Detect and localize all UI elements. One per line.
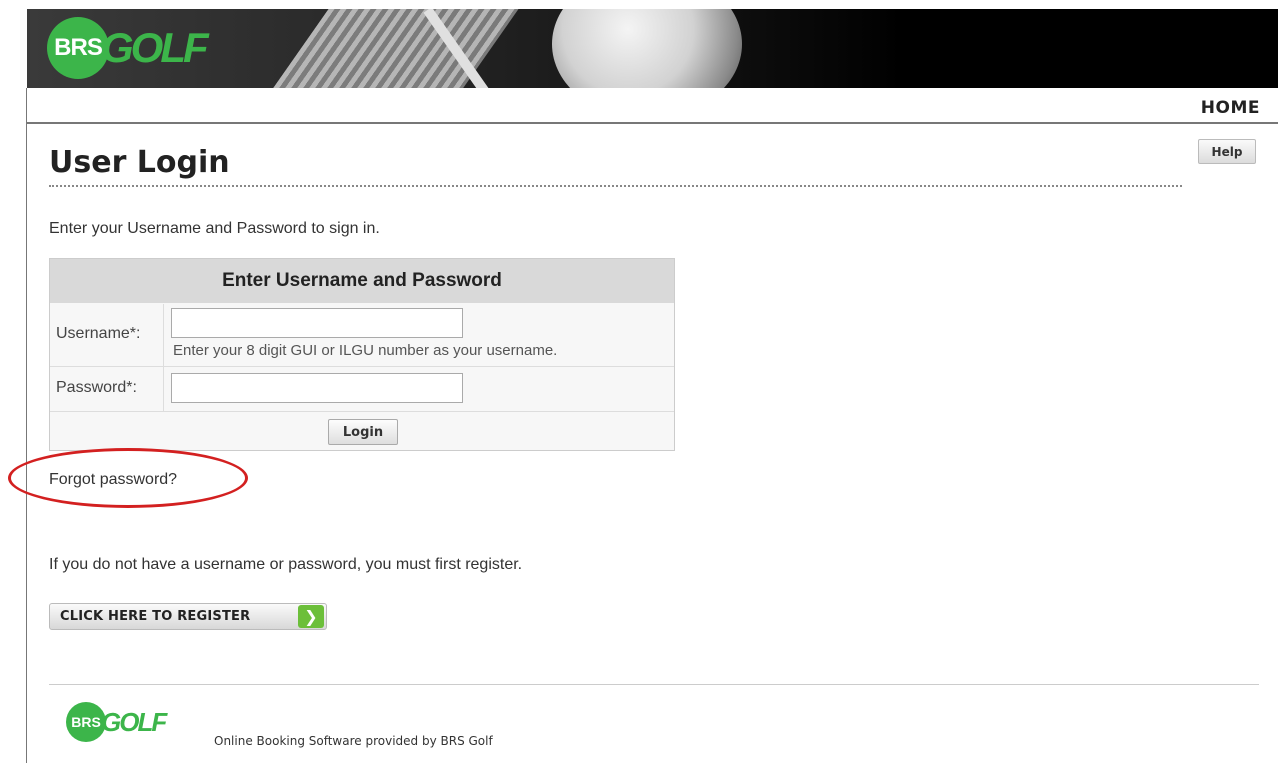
password-row: Password*: (50, 367, 674, 412)
header-banner: BRS GOLF (27, 9, 1278, 88)
username-hint: Enter your 8 digit GUI or ILGU number as… (173, 342, 558, 359)
golf-ball-image (552, 9, 742, 88)
page-title: User Login (49, 145, 230, 180)
footer-brs-golf-logo: BRS GOLF (66, 702, 167, 742)
username-label-cell: Username*: (50, 304, 164, 366)
top-nav: HOME (27, 88, 1278, 124)
register-button-label: CLICK HERE TO REGISTER (60, 609, 251, 624)
login-form-heading: Enter Username and Password (50, 259, 674, 303)
left-border (26, 88, 27, 763)
arrow-right-icon: ❯ (298, 605, 324, 628)
brs-golf-logo[interactable]: BRS GOLF (47, 17, 209, 79)
logo-circle: BRS (47, 17, 109, 79)
nav-home-link[interactable]: HOME (1201, 98, 1260, 118)
help-button[interactable]: Help (1198, 139, 1256, 164)
password-input[interactable] (171, 373, 463, 403)
username-input[interactable] (171, 308, 463, 338)
register-prompt: If you do not have a username or passwor… (49, 556, 523, 573)
footer-logo-wordmark: GOLF (101, 706, 167, 737)
footer-credit: Online Booking Software provided by BRS … (214, 734, 493, 748)
register-button[interactable]: CLICK HERE TO REGISTER ❯ (49, 603, 327, 630)
golf-club-image (251, 9, 533, 88)
highlight-circle-annotation (8, 448, 248, 508)
footer-logo-circle: BRS (66, 702, 106, 742)
login-form: Enter Username and Password Username*: E… (49, 258, 675, 451)
footer-divider (49, 684, 1259, 685)
username-label: Username*: (56, 325, 141, 342)
login-button[interactable]: Login (328, 419, 398, 445)
password-label-cell: Password*: (50, 367, 164, 411)
intro-text: Enter your Username and Password to sign… (49, 220, 380, 237)
title-divider (49, 185, 1182, 187)
login-button-row: Login (50, 412, 674, 450)
username-row: Username*: Enter your 8 digit GUI or ILG… (50, 304, 674, 367)
password-label: Password*: (56, 379, 137, 396)
logo-wordmark: GOLF (101, 24, 209, 71)
